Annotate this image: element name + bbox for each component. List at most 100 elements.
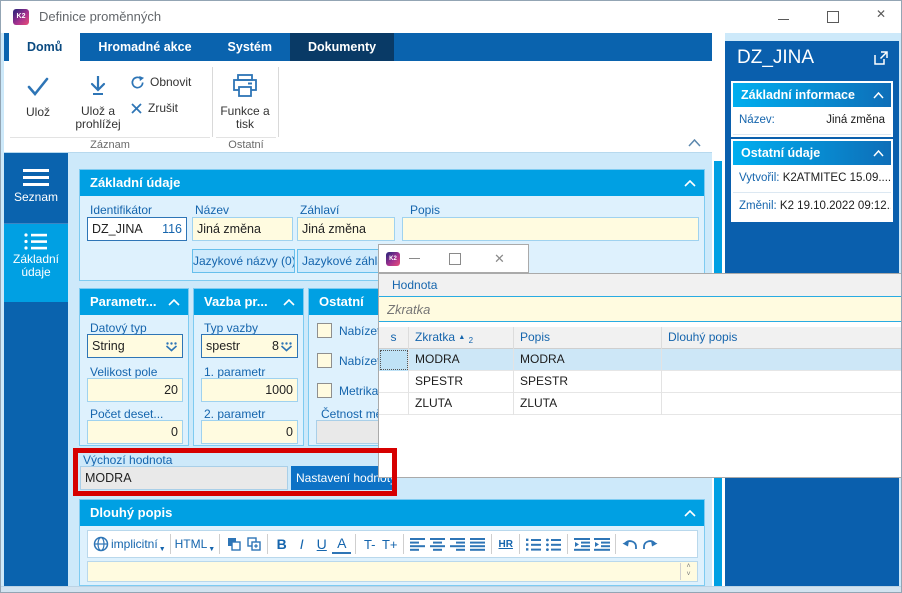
underline-button[interactable]: U xyxy=(312,533,331,555)
collapse-icon[interactable] xyxy=(684,180,696,187)
ribbon-group-other: Ostatní xyxy=(216,137,276,152)
tab-domu[interactable]: Domů xyxy=(9,33,80,61)
minimize-button[interactable] xyxy=(767,7,799,27)
column-header-popis[interactable]: Popis xyxy=(514,327,662,349)
globe-icon[interactable] xyxy=(91,533,110,555)
copy-button[interactable] xyxy=(224,533,243,555)
save-and-view-button[interactable]: Ulož a prohlížej xyxy=(68,67,128,141)
name-field[interactable]: Jiná změna xyxy=(192,217,293,241)
richtext-toolbar: implicitní▼ HTML▼ B I U A T- T+ HR xyxy=(87,530,698,558)
toolbar-separator xyxy=(267,534,268,554)
column-header-zkratka[interactable]: Zkratka ▲ 2 xyxy=(409,327,514,349)
panel-parametr: Parametr... Datový typ String Velikost p… xyxy=(79,288,189,446)
refresh-button[interactable]: Obnovit xyxy=(130,71,210,93)
section-body: Název: Jiná změna xyxy=(733,107,891,135)
column-header-dlouhy-popis[interactable]: Dlouhý popis xyxy=(662,327,902,349)
align-justify-button[interactable] xyxy=(468,533,487,555)
ribbon-collapse-icon[interactable] xyxy=(688,139,701,147)
redo-button[interactable] xyxy=(640,533,659,555)
checkbox-nabizet-2[interactable] xyxy=(317,353,332,368)
popup-value-label: Hodnota xyxy=(379,274,902,296)
bullet-list-button[interactable] xyxy=(544,533,563,555)
binding-type-label: Typ vazby xyxy=(204,321,258,335)
tab-system[interactable]: Systém xyxy=(210,33,290,61)
panel-header: Parametr... xyxy=(80,289,188,315)
identifier-field[interactable]: DZ_JINA 116 xyxy=(87,217,187,241)
long-description-textarea[interactable]: ˄˅ xyxy=(87,561,698,582)
table-row[interactable]: SPESTR SPESTR xyxy=(379,371,902,393)
hamburger-icon xyxy=(23,169,49,187)
functions-print-button[interactable]: Funkce a tisk xyxy=(216,67,274,141)
dropdown-icon xyxy=(280,342,293,352)
sidebar-item-zakladni-udaje[interactable]: Základní údaje xyxy=(4,224,68,302)
font-color-button[interactable]: A xyxy=(332,534,351,554)
bold-button[interactable]: B xyxy=(272,533,291,555)
horizontal-rule-button[interactable]: HR xyxy=(496,533,515,555)
tab-hromadne-akce[interactable]: Hromadné akce xyxy=(80,33,209,61)
table-row[interactable]: MODRA MODRA xyxy=(379,349,902,371)
paste-button[interactable] xyxy=(244,533,263,555)
cancel-button[interactable]: Zrušit xyxy=(130,97,210,119)
popup-minimize-icon[interactable] xyxy=(409,258,420,259)
heading-field[interactable]: Jiná změna xyxy=(297,217,395,241)
maximize-button[interactable] xyxy=(817,7,849,27)
checkbox-metrika[interactable] xyxy=(317,383,332,398)
italic-button[interactable]: I xyxy=(292,533,311,555)
table-row[interactable]: ZLUTA ZLUTA xyxy=(379,393,902,415)
collapse-icon[interactable] xyxy=(684,510,696,517)
identifier-number: 116 xyxy=(162,218,182,240)
font-smaller-button[interactable]: T- xyxy=(360,533,379,555)
binding-type-dropdown[interactable]: spestr 8 xyxy=(201,334,298,358)
default-value-label: Výchozí hodnota xyxy=(83,453,172,467)
popup-close-icon[interactable]: ✕ xyxy=(494,251,505,267)
collapse-icon[interactable] xyxy=(873,92,884,99)
minimize-icon xyxy=(778,19,789,20)
close-button[interactable]: ✕ xyxy=(865,7,897,27)
left-sidebar: Seznam Základní údaje xyxy=(4,153,68,586)
datatype-dropdown[interactable]: String xyxy=(87,334,183,358)
outdent-button[interactable] xyxy=(572,533,591,555)
checkbox-nabizet-1[interactable] xyxy=(317,323,332,338)
param1-field[interactable]: 1000 xyxy=(201,378,298,402)
collapse-icon[interactable] xyxy=(168,299,180,306)
align-right-button[interactable] xyxy=(448,533,467,555)
description-field[interactable] xyxy=(402,217,699,241)
column-header-s[interactable]: s xyxy=(379,327,409,349)
param1-label: 1. parametr xyxy=(204,365,265,379)
align-center-button[interactable] xyxy=(428,533,447,555)
created-label: Vytvořil: xyxy=(739,172,779,184)
sidebar-item-seznam[interactable]: Seznam xyxy=(4,161,68,224)
popup-filter-input[interactable] xyxy=(379,296,902,322)
popup-maximize-icon[interactable] xyxy=(449,253,461,265)
row-selector-cell[interactable] xyxy=(379,371,409,393)
toolbar-separator xyxy=(519,534,520,554)
panel-dlouhy-popis: Dlouhý popis implicitní▼ HTML▼ B I U A T… xyxy=(79,499,705,586)
language-names-button[interactable]: Jazykové názvy (0) xyxy=(192,249,295,273)
panel-header: Vazba pr... xyxy=(194,289,303,315)
open-external-icon[interactable] xyxy=(873,50,889,66)
collapse-icon[interactable] xyxy=(283,299,295,306)
param2-field[interactable]: 0 xyxy=(201,420,298,444)
align-left-button[interactable] xyxy=(408,533,427,555)
param2-label: 2. parametr xyxy=(204,407,265,421)
section-body: Vytvořil: K2ATMITEC 15.09.... Změnil: K2… xyxy=(733,165,891,220)
toolbar-separator xyxy=(491,534,492,554)
ordered-list-button[interactable] xyxy=(524,533,543,555)
undo-button[interactable] xyxy=(620,533,639,555)
field-size-field[interactable]: 20 xyxy=(87,378,183,402)
font-larger-button[interactable]: T+ xyxy=(380,533,399,555)
html-selector[interactable]: HTML▼ xyxy=(175,533,216,555)
row-selector-cell[interactable] xyxy=(379,349,409,371)
ribbon-tab-bar: Domů Hromadné akce Systém Dokumenty xyxy=(4,33,712,61)
row-selector-cell[interactable] xyxy=(379,393,409,415)
sort-order: 2 xyxy=(469,336,473,345)
tab-dokumenty[interactable]: Dokumenty xyxy=(290,33,394,61)
language-selector[interactable]: implicitní▼ xyxy=(111,533,166,555)
heading-label: Záhlaví xyxy=(300,203,339,217)
collapse-icon[interactable] xyxy=(873,150,884,157)
indent-button[interactable] xyxy=(592,533,611,555)
default-value-field[interactable]: MODRA xyxy=(80,466,288,490)
decimals-field[interactable]: 0 xyxy=(87,420,183,444)
spinner-control[interactable]: ˄˅ xyxy=(680,563,696,580)
save-button[interactable]: Ulož xyxy=(10,67,66,141)
